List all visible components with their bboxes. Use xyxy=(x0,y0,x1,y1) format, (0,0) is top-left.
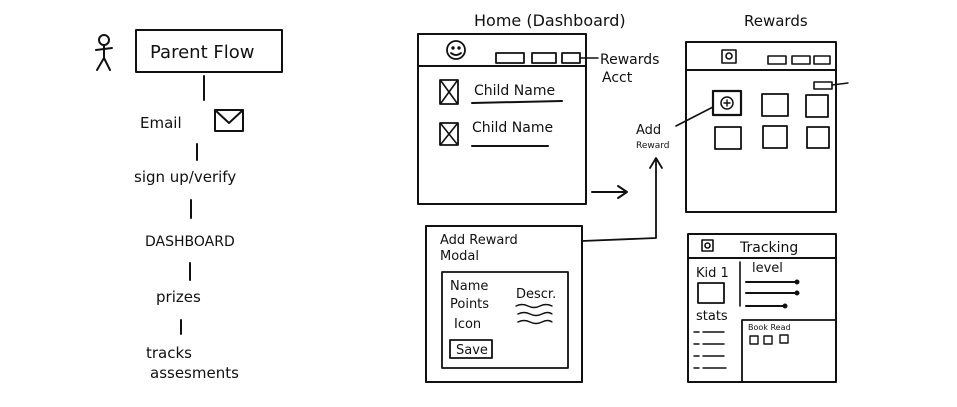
add-reward-modal: Add Reward Modal Name Points Icon Descr.… xyxy=(425,225,583,383)
add-reward-label-line1: Add xyxy=(636,123,661,138)
home-title: Home (Dashboard) xyxy=(474,11,626,30)
book-checkbox-1[interactable] xyxy=(749,335,759,345)
tracking-screen: Tracking Kid 1 level stats Book Read xyxy=(687,233,837,383)
nav-box-acct[interactable] xyxy=(561,52,581,64)
flow-step-signup: sign up/verify xyxy=(134,168,236,186)
nav-box-rewards[interactable] xyxy=(531,52,557,64)
envelope-icon xyxy=(214,109,244,132)
flow-step-prizes: prizes xyxy=(156,288,201,306)
flow-step-email: Email xyxy=(140,114,182,132)
reward-tile-5[interactable] xyxy=(762,125,788,149)
home-frame xyxy=(417,33,587,205)
rewards-nav-1[interactable] xyxy=(767,55,787,65)
child-row-2[interactable]: Child Name xyxy=(439,120,553,147)
field-points-label: Points xyxy=(450,297,489,312)
wireframe-sketch: Parent Flow Email sign up/verify DASHBOA… xyxy=(95,11,849,383)
nav-box-1[interactable] xyxy=(495,52,525,64)
home-dashboard-screen: Home (Dashboard) Rewards Acct Child Name xyxy=(417,11,659,205)
rewards-screen: Rewards xyxy=(685,12,849,213)
child-name-1: Child Name xyxy=(474,83,555,99)
rewards-logo-icon xyxy=(721,49,737,64)
arrow-home-to-rewards xyxy=(591,185,628,199)
flow-step-tracks: tracks xyxy=(146,344,192,362)
child-name-2: Child Name xyxy=(472,120,553,136)
kid-label: Kid 1 xyxy=(696,266,729,281)
flow-title: Parent Flow xyxy=(150,42,254,63)
child-row-1[interactable]: Child Name xyxy=(439,79,563,105)
acct-label: Acct xyxy=(602,70,633,86)
kid-avatar xyxy=(697,282,725,304)
rewards-screen-title: Rewards xyxy=(744,12,808,30)
arrow-modal-to-add-reward xyxy=(581,157,663,242)
rewards-nav-2[interactable] xyxy=(791,55,811,65)
save-button-label: Save xyxy=(456,343,488,358)
modal-title-line2: Modal xyxy=(440,249,479,264)
reward-tile-3[interactable] xyxy=(805,94,829,118)
level-label: level xyxy=(752,261,783,276)
book-checkbox-2[interactable] xyxy=(763,335,773,345)
field-icon-label: Icon xyxy=(454,317,481,332)
book-checkbox-3[interactable] xyxy=(779,334,789,344)
reward-tile-6[interactable] xyxy=(806,126,830,149)
stats-list xyxy=(693,331,727,369)
tracking-frame xyxy=(687,233,837,383)
book-read-label: Book Read xyxy=(748,323,791,332)
add-reward-tile[interactable] xyxy=(711,89,743,117)
rewards-nav-3[interactable] xyxy=(813,55,831,65)
parent-flow: Parent Flow Email sign up/verify DASHBOA… xyxy=(95,29,283,382)
tracking-title: Tracking xyxy=(739,240,798,256)
flow-step-dashboard: DASHBOARD xyxy=(145,234,235,250)
rewards-label: Rewards xyxy=(600,52,659,68)
reward-tile-2[interactable] xyxy=(761,93,789,117)
rewards-action-box[interactable] xyxy=(813,81,833,90)
level-bars xyxy=(745,279,800,309)
stats-label: stats xyxy=(696,309,728,324)
flow-step-assessments: assesments xyxy=(150,364,239,382)
tracking-logo-icon xyxy=(701,239,714,252)
modal-title-line1: Add Reward xyxy=(440,233,518,248)
reward-tile-4[interactable] xyxy=(714,126,742,150)
desc-scribble xyxy=(515,303,553,325)
desc-label: Descr. xyxy=(516,287,556,302)
add-reward-label-line2: Reward xyxy=(636,141,670,151)
smiley-logo-icon xyxy=(446,40,466,60)
field-name-label: Name xyxy=(450,279,488,294)
user-figure-icon xyxy=(95,34,113,71)
